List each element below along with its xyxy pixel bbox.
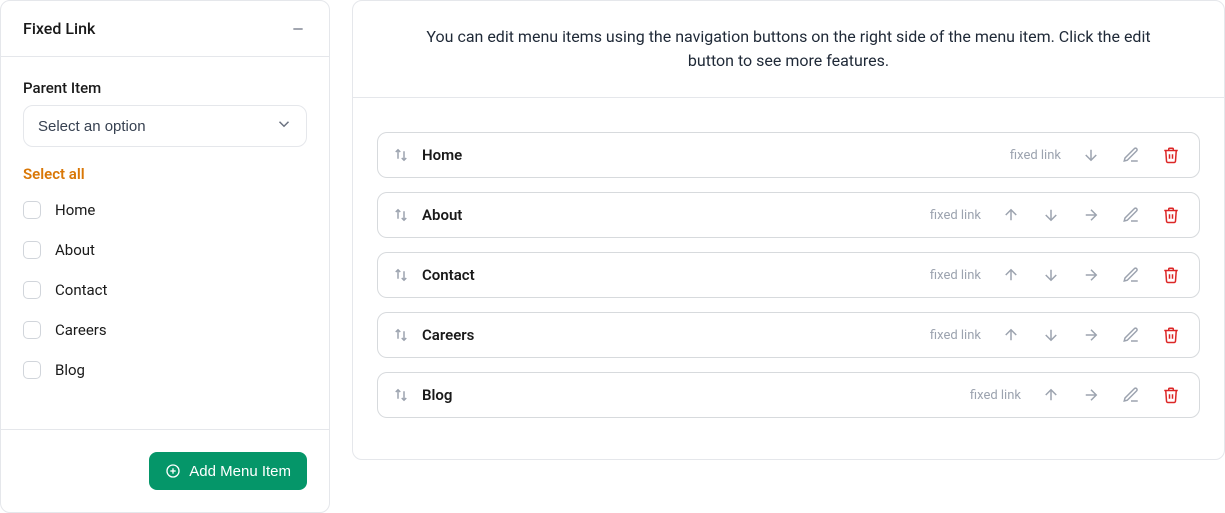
edit-button[interactable] bbox=[1117, 201, 1145, 229]
edit-button[interactable] bbox=[1117, 321, 1145, 349]
menu-item-type: fixed link bbox=[930, 268, 981, 283]
fixed-link-option[interactable]: Home bbox=[23, 201, 307, 219]
plus-circle-icon bbox=[165, 463, 181, 479]
panel-body: Parent Item Select an option Select all … bbox=[1, 57, 329, 429]
delete-button[interactable] bbox=[1157, 381, 1185, 409]
parent-item-label: Parent Item bbox=[23, 79, 307, 97]
delete-button[interactable] bbox=[1157, 141, 1185, 169]
delete-button[interactable] bbox=[1157, 261, 1185, 289]
option-label: Careers bbox=[55, 321, 107, 339]
edit-button[interactable] bbox=[1117, 261, 1145, 289]
indent-button[interactable] bbox=[1077, 201, 1105, 229]
checkbox-icon[interactable] bbox=[23, 281, 41, 299]
drag-handle-icon[interactable] bbox=[392, 146, 410, 164]
fixed-link-option[interactable]: Careers bbox=[23, 321, 307, 339]
fixed-link-option-list: Home About Contact Careers Blog bbox=[23, 201, 307, 379]
panel-footer: Add Menu Item bbox=[1, 429, 329, 512]
parent-item-field: Parent Item Select an option bbox=[23, 79, 307, 147]
option-label: Blog bbox=[55, 361, 85, 379]
menu-items-instructions: You can edit menu items using the naviga… bbox=[353, 1, 1224, 98]
accordion-title: Fixed Link bbox=[23, 19, 95, 38]
menu-item-title: About bbox=[422, 206, 918, 224]
menu-item: Contact fixed link bbox=[377, 252, 1200, 298]
menu-item: Careers fixed link bbox=[377, 312, 1200, 358]
move-up-button[interactable] bbox=[1037, 381, 1065, 409]
move-down-button[interactable] bbox=[1037, 261, 1065, 289]
indent-button[interactable] bbox=[1077, 321, 1105, 349]
edit-button[interactable] bbox=[1117, 141, 1145, 169]
checkbox-icon[interactable] bbox=[23, 241, 41, 259]
menu-items-panel: You can edit menu items using the naviga… bbox=[352, 0, 1225, 460]
move-up-button[interactable] bbox=[997, 321, 1025, 349]
fixed-link-panel: Fixed Link Parent Item Select an option … bbox=[0, 0, 330, 513]
indent-button[interactable] bbox=[1077, 261, 1105, 289]
move-down-button[interactable] bbox=[1077, 141, 1105, 169]
menu-item-type: fixed link bbox=[930, 208, 981, 223]
drag-handle-icon[interactable] bbox=[392, 206, 410, 224]
menu-item-title: Careers bbox=[422, 326, 918, 344]
option-label: Home bbox=[55, 201, 95, 219]
move-down-button[interactable] bbox=[1037, 321, 1065, 349]
checkbox-icon[interactable] bbox=[23, 321, 41, 339]
add-menu-item-button[interactable]: Add Menu Item bbox=[149, 452, 307, 490]
edit-button[interactable] bbox=[1117, 381, 1145, 409]
indent-button[interactable] bbox=[1077, 381, 1105, 409]
drag-handle-icon[interactable] bbox=[392, 386, 410, 404]
drag-handle-icon[interactable] bbox=[392, 266, 410, 284]
menu-item: Home fixed link bbox=[377, 132, 1200, 178]
menu-item-title: Blog bbox=[422, 386, 958, 404]
drag-handle-icon[interactable] bbox=[392, 326, 410, 344]
delete-button[interactable] bbox=[1157, 321, 1185, 349]
option-label: About bbox=[55, 241, 95, 259]
delete-button[interactable] bbox=[1157, 201, 1185, 229]
checkbox-icon[interactable] bbox=[23, 361, 41, 379]
add-button-label: Add Menu Item bbox=[189, 463, 291, 480]
fixed-link-option[interactable]: Blog bbox=[23, 361, 307, 379]
menu-item: About fixed link bbox=[377, 192, 1200, 238]
checkbox-icon[interactable] bbox=[23, 201, 41, 219]
move-up-button[interactable] bbox=[997, 201, 1025, 229]
select-all-link[interactable]: Select all bbox=[23, 165, 307, 183]
menu-items-list: Home fixed link About fixed link Contact fixe… bbox=[353, 98, 1224, 452]
parent-item-select-button[interactable]: Select an option bbox=[23, 105, 307, 147]
menu-item-title: Contact bbox=[422, 266, 918, 284]
fixed-link-option[interactable]: About bbox=[23, 241, 307, 259]
accordion-header-fixed-link[interactable]: Fixed Link bbox=[1, 1, 329, 57]
menu-item: Blog fixed link bbox=[377, 372, 1200, 418]
menu-item-type: fixed link bbox=[1010, 148, 1061, 163]
menu-item-type: fixed link bbox=[930, 328, 981, 343]
menu-item-type: fixed link bbox=[970, 388, 1021, 403]
move-up-button[interactable] bbox=[997, 261, 1025, 289]
parent-item-select[interactable]: Select an option bbox=[23, 105, 307, 147]
menu-item-title: Home bbox=[422, 146, 998, 164]
minus-icon bbox=[289, 20, 307, 38]
fixed-link-option[interactable]: Contact bbox=[23, 281, 307, 299]
move-down-button[interactable] bbox=[1037, 201, 1065, 229]
option-label: Contact bbox=[55, 281, 107, 299]
